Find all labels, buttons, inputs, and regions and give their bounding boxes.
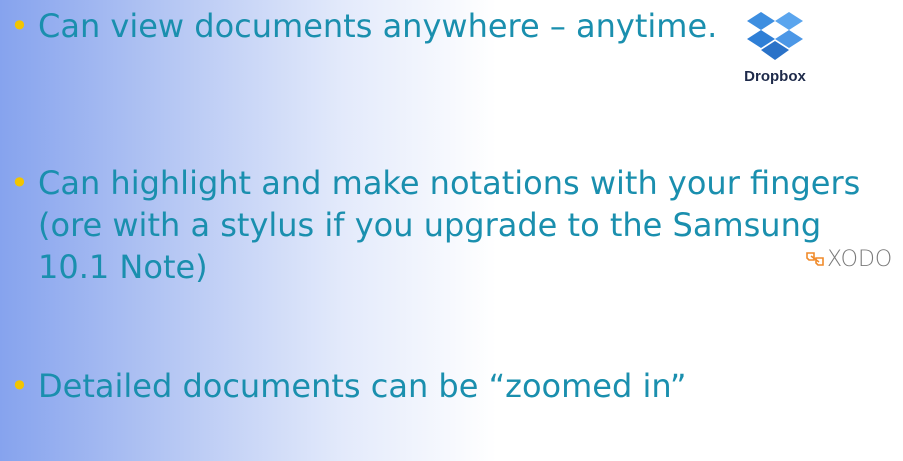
dropbox-box-icon <box>747 12 803 60</box>
xodo-logo: XODO <box>806 245 892 273</box>
xodo-icon <box>806 252 824 266</box>
bullet-text: Can highlight and make notations with yo… <box>38 164 861 286</box>
slide: • Can view documents anywhere – anytime.… <box>0 0 903 461</box>
bullet-text: Can view documents anywhere – anytime. <box>38 7 718 45</box>
bullet-marker: • <box>10 367 29 405</box>
bullet-text: Detailed documents can be “zoomed in” <box>38 367 687 405</box>
bullet-marker: • <box>10 164 29 202</box>
bullet-highlight-notations: • Can highlight and make notations with … <box>10 162 898 288</box>
dropbox-label: Dropbox <box>744 68 806 85</box>
xodo-label: XODO <box>827 246 893 272</box>
bullet-view-anywhere: • Can view documents anywhere – anytime. <box>10 5 718 47</box>
bullet-marker: • <box>10 7 29 45</box>
bullet-zoom: • Detailed documents can be “zoomed in” <box>10 365 718 407</box>
dropbox-logo: Dropbox <box>715 4 835 104</box>
